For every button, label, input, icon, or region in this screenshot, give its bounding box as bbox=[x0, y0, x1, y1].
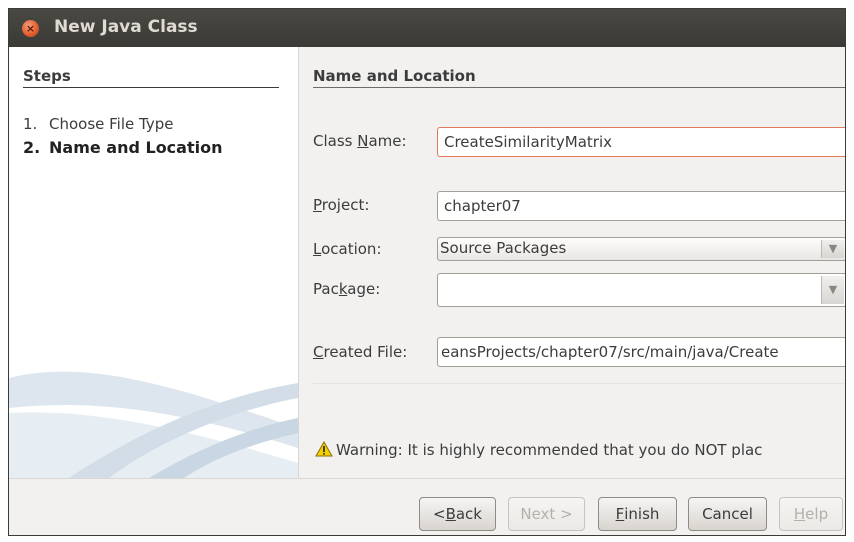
chevron-down-icon[interactable]: ▼ bbox=[821, 240, 844, 258]
step-choose-file-type: 1. Choose File Type bbox=[23, 115, 174, 133]
close-icon[interactable]: × bbox=[22, 20, 39, 37]
package-combobox[interactable]: ▼ bbox=[437, 273, 845, 307]
netbeans-swoosh-graphic bbox=[9, 371, 298, 478]
warning-message: Warning: It is highly recommended that y… bbox=[315, 441, 762, 459]
project-label: Project: bbox=[313, 196, 370, 214]
help-button[interactable]: Help bbox=[779, 497, 843, 531]
name-location-panel: Name and Location Class Name: CreateSimi… bbox=[299, 47, 845, 478]
next-button[interactable]: Next > bbox=[508, 497, 585, 531]
location-dropdown[interactable]: Source Packages ▼ bbox=[437, 237, 845, 261]
window-title: New Java Class bbox=[54, 17, 198, 37]
separator bbox=[313, 383, 845, 384]
warning-icon bbox=[315, 441, 333, 457]
back-button[interactable]: < Back bbox=[419, 497, 496, 531]
cancel-button[interactable]: Cancel bbox=[688, 497, 767, 531]
button-bar: < Back Next > Finish Cancel Help bbox=[9, 478, 845, 535]
steps-panel: Steps 1. Choose File Type 2. Name and Loca… bbox=[9, 47, 298, 478]
chevron-down-icon[interactable]: ▼ bbox=[821, 276, 844, 304]
section-title: Name and Location bbox=[313, 67, 845, 88]
class-name-label: Class Name: bbox=[313, 132, 407, 150]
step-name-and-location: 2. Name and Location bbox=[23, 138, 223, 157]
created-file-field[interactable]: eansProjects/chapter07/src/main/java/Cre… bbox=[437, 337, 845, 367]
new-java-class-dialog: × New Java Class Steps 1. Choose File Typ… bbox=[8, 8, 846, 536]
class-name-input[interactable]: CreateSimilarityMatrix bbox=[437, 127, 845, 157]
package-label: Package: bbox=[313, 280, 381, 298]
finish-button[interactable]: Finish bbox=[598, 497, 677, 531]
project-field[interactable]: chapter07 bbox=[437, 191, 845, 221]
location-selected-value: Source Packages bbox=[440, 239, 567, 257]
title-bar[interactable]: × New Java Class bbox=[9, 9, 845, 47]
location-label: Location: bbox=[313, 240, 382, 258]
created-file-label: Created File: bbox=[313, 343, 408, 361]
steps-heading: Steps bbox=[23, 67, 279, 88]
